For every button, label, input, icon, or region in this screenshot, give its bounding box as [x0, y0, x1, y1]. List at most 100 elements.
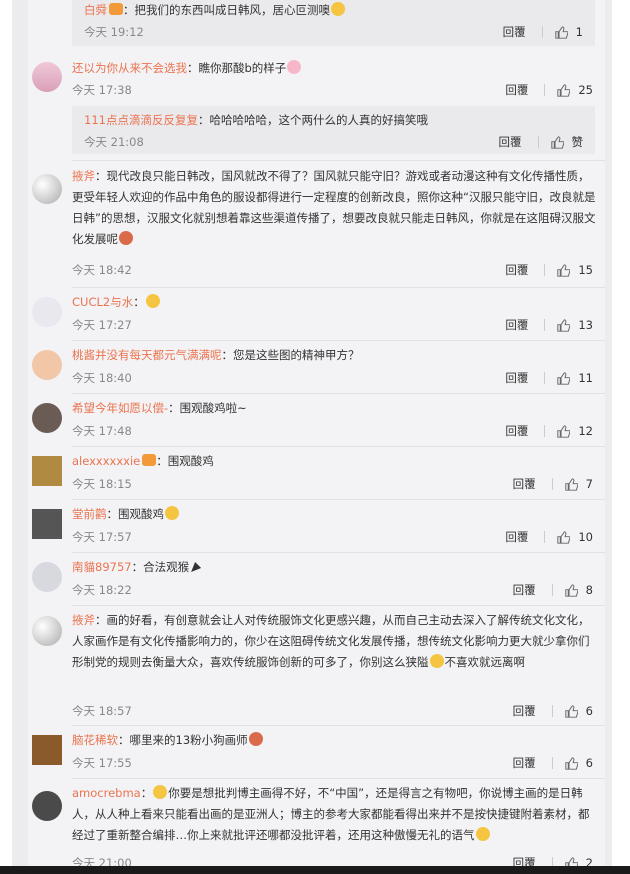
thumbs-up-icon[interactable]	[550, 135, 564, 149]
comment-text: 还以为你从来不会选我：瞧你那酸b的样子	[72, 58, 599, 79]
comment-body-cont: 不喜欢就远离啊	[444, 655, 526, 669]
comment-time: 今天 19:12	[84, 25, 144, 39]
thumbs-up-icon[interactable]	[564, 477, 578, 491]
reply-button[interactable]: 回覆	[513, 755, 536, 771]
reply-button[interactable]: 回覆	[513, 703, 536, 719]
comment-body: ：哈哈哈哈哈，这个两什么的人真的好搞笑哦	[197, 113, 428, 127]
avatar[interactable]	[32, 350, 62, 380]
reply-button[interactable]: 回覆	[505, 262, 528, 278]
reply-button[interactable]: 回覆	[513, 582, 536, 598]
comment-time: 今天 17:55	[72, 756, 132, 770]
reply-button[interactable]: 回覆	[503, 24, 526, 40]
comment-item: 南貓89757：合法观猴 今天 18:22 回覆 8	[28, 553, 605, 606]
like-count: 7	[585, 477, 593, 491]
comment-text: 堂前鹳：围观酸鸡	[72, 504, 599, 525]
reply-button[interactable]: 回覆	[505, 317, 528, 333]
commenter-name[interactable]: 掖斧	[72, 169, 95, 183]
like-count: 6	[585, 704, 593, 718]
comment-text: amocrebma： 你要是想批判博主画得不好，不“中国”，还是得言之有物吧，你说…	[72, 783, 599, 846]
comment-actions: 回覆 25	[505, 82, 593, 98]
avatar[interactable]	[32, 616, 62, 646]
comment-time: 今天 17:38	[72, 83, 132, 97]
commenter-name[interactable]: 掖斧	[72, 613, 95, 627]
commenter-name[interactable]: 白舜	[84, 3, 107, 17]
commenter-name[interactable]: 还以为你从来不会选我	[72, 61, 187, 75]
emoji-icon	[475, 827, 490, 841]
avatar[interactable]	[32, 791, 62, 821]
avatar[interactable]	[32, 62, 62, 92]
comment-body: ：把我们的东西叫成日韩风，居心叵测噢	[123, 3, 330, 17]
thumbs-up-icon[interactable]	[564, 756, 578, 770]
avatar[interactable]	[32, 174, 62, 204]
commenter-name[interactable]: amocrebma	[72, 786, 141, 800]
comment-actions: 回覆 6	[513, 755, 593, 771]
avatar[interactable]	[32, 456, 62, 486]
commenter-name[interactable]: 希望今年如愿以偿-	[72, 401, 168, 415]
like-count: 6	[585, 756, 593, 770]
reply-button[interactable]: 回覆	[505, 423, 528, 439]
reply-button[interactable]: 回覆	[505, 529, 528, 545]
thumbs-up-icon[interactable]	[557, 83, 571, 97]
comment-body: ：合法观猴	[131, 560, 190, 574]
like-count: 8	[585, 583, 593, 597]
comment-list: 白舜 ：把我们的东西叫成日韩风，居心叵测噢 今天 19:12 回覆 1 还以为你从…	[28, 0, 605, 874]
thumbs-up-icon[interactable]	[557, 424, 571, 438]
reply-button[interactable]: 回覆	[513, 476, 536, 492]
comment-text: 希望今年如愿以偿-：围观酸鸡啦~	[72, 398, 599, 419]
avatar[interactable]	[32, 403, 62, 433]
badge-icon	[142, 454, 157, 466]
comment-text: 白舜 ：把我们的东西叫成日韩风，居心叵测噢	[84, 0, 346, 20]
scrollbar[interactable]	[612, 0, 630, 874]
like-count: 赞	[571, 135, 584, 149]
comment-time: 今天 17:48	[72, 424, 132, 438]
thumbs-up-icon[interactable]	[557, 318, 571, 332]
comment-time: 今天 17:57	[72, 530, 132, 544]
thumbs-up-icon[interactable]	[557, 371, 571, 385]
comment-actions: 回覆 6	[513, 703, 593, 719]
like-count: 11	[578, 371, 593, 385]
commenter-name[interactable]: 堂前鹳	[72, 507, 107, 521]
like-count: 15	[578, 263, 593, 277]
emoji-icon	[153, 785, 168, 799]
like-count: 1	[575, 25, 583, 39]
comment-item: 脑花稀软：哪里来的13粉小狗画师 今天 17:55 回覆 6	[28, 726, 605, 779]
avatar[interactable]	[32, 509, 62, 539]
avatar[interactable]	[32, 735, 62, 765]
comment-text: 脑花稀软：哪里来的13粉小狗画师	[72, 730, 599, 751]
comment-actions: 回覆 12	[505, 423, 593, 439]
comment-item: 掖斧：现代改良只能日韩改，国风就改不得了？国风就只能守旧？游戏或者动漫这种有文化…	[28, 162, 605, 288]
comment-item: CUCL2与水： 今天 17:27 回覆 13	[28, 288, 605, 341]
thumbs-up-icon[interactable]	[564, 704, 578, 718]
commenter-name[interactable]: 南貓89757	[72, 560, 132, 574]
commenter-name[interactable]: 111点点滴滴反反复复	[84, 113, 198, 127]
comment-item: amocrebma： 你要是想批判博主画得不好，不“中国”，还是得言之有物吧，你说…	[28, 779, 605, 874]
comment-time: 今天 18:22	[72, 583, 132, 597]
reply-button[interactable]: 回覆	[505, 82, 528, 98]
comment-actions: 回覆 10	[505, 529, 593, 545]
comment-actions: 回覆 1	[503, 24, 583, 40]
reply-button[interactable]: 回覆	[505, 370, 528, 386]
avatar[interactable]	[32, 297, 62, 327]
comment-body: ：围观酸鸡	[156, 454, 214, 468]
like-count: 12	[578, 424, 593, 438]
sub-reply-box: 111点点滴滴反反复复：哈哈哈哈哈，这个两什么的人真的好搞笑哦 今天 21:08…	[72, 106, 595, 154]
comment-time: 今天 18:57	[72, 704, 132, 718]
emoji-icon	[165, 506, 179, 520]
comment-actions: 回覆 赞	[499, 134, 584, 150]
thumbs-up-icon[interactable]	[557, 263, 571, 277]
commenter-name[interactable]: alexxxxxxie	[72, 454, 140, 468]
comment-actions: 回覆 13	[505, 317, 593, 333]
avatar[interactable]	[32, 562, 62, 592]
thumbs-up-icon[interactable]	[554, 25, 568, 39]
comment-item: alexxxxxxie ：围观酸鸡 今天 18:15 回覆 7	[28, 447, 605, 500]
thumbs-up-icon[interactable]	[564, 583, 578, 597]
commenter-name[interactable]: 桃酱并没有每天都元气满满呢	[72, 348, 222, 362]
comment-item: 桃酱并没有每天都元气满满呢：您是这些图的精神甲方？ 今天 18:40 回覆 11	[28, 341, 605, 394]
commenter-name[interactable]: CUCL2与水	[72, 295, 133, 309]
reply-button[interactable]: 回覆	[499, 134, 522, 150]
thumbs-up-icon[interactable]	[557, 530, 571, 544]
comment-body: ：瞧你那酸b的样子	[187, 61, 287, 75]
comment-body: ：	[140, 786, 153, 800]
commenter-name[interactable]: 脑花稀软	[72, 733, 118, 747]
comment-text: 111点点滴滴反反复复：哈哈哈哈哈，这个两什么的人真的好搞笑哦	[84, 110, 428, 130]
